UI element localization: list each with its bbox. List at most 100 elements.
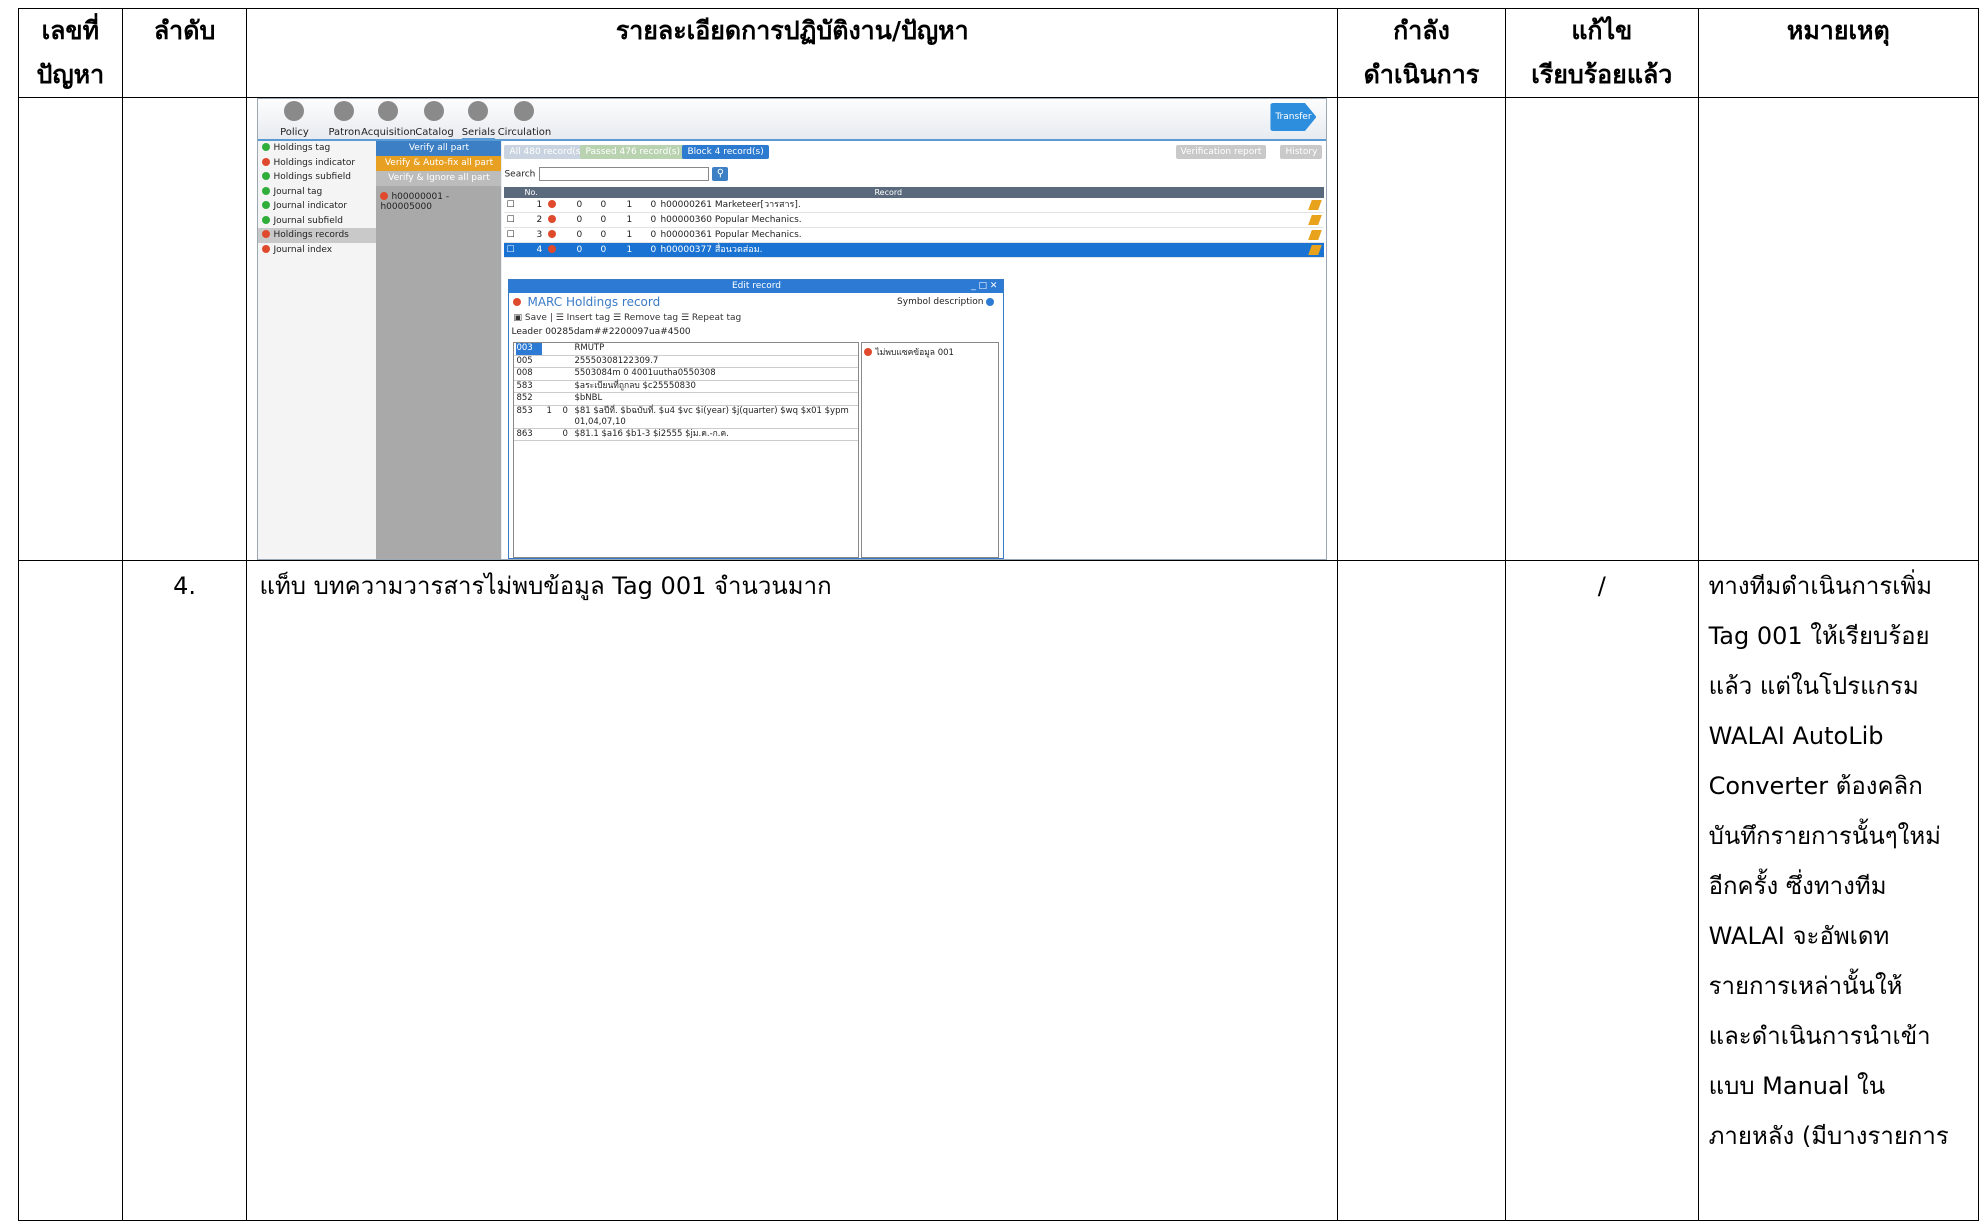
nav-label: Journal tag xyxy=(273,186,323,197)
error-message: ไม่พบแซคข้อมูล 001 xyxy=(875,348,954,358)
history-button[interactable]: History xyxy=(1280,145,1323,159)
leader-line: Leader 00285dam##2200097ua#4500 xyxy=(511,327,691,337)
insert-label: Insert tag xyxy=(566,313,611,323)
row-count: 0 xyxy=(576,230,583,240)
marc-value: RMUTP xyxy=(574,343,605,353)
edit-icon[interactable] xyxy=(1308,245,1323,255)
all-records-button[interactable]: All 480 record(s) xyxy=(504,145,589,159)
header-in-progress: กำลัง ดำเนินการ xyxy=(1337,8,1506,98)
marc-row[interactable]: 003 RMUTP xyxy=(514,343,859,356)
verify-all-button[interactable]: Verify all part xyxy=(376,141,502,156)
row-record: h00000361 Popular Mechanics. xyxy=(660,230,802,240)
edit-icon[interactable] xyxy=(1308,230,1323,240)
error-icon xyxy=(513,298,522,306)
row-count: 0 xyxy=(650,200,657,210)
remark-line: WALAI AutoLib xyxy=(1708,722,1884,750)
row-count: 0 xyxy=(600,230,607,240)
row-count: 0 xyxy=(650,230,657,240)
error-row: ไม่พบแซคข้อมูล 001 xyxy=(862,343,998,361)
row-count: 0 xyxy=(600,245,607,255)
row-checkbox[interactable]: ☐ xyxy=(506,228,514,242)
search-input[interactable] xyxy=(539,167,710,181)
edit-icon[interactable] xyxy=(1308,200,1323,210)
fixed-cell xyxy=(1504,97,1699,561)
marc-tag: 853 xyxy=(516,405,533,416)
remark-line: Converter ต้องคลิก xyxy=(1708,772,1923,800)
nav-item[interactable]: Journal subfield xyxy=(258,214,376,229)
transfer-button[interactable]: Transfer xyxy=(1270,103,1317,131)
error-icon xyxy=(548,200,557,208)
remark-line: แล้ว แต่ในโปรแกรม xyxy=(1708,672,1919,700)
marc-row[interactable]: 863 0 $81.1 $a16 $b1-3 $i2555 $jม.ค.-ก.ค. xyxy=(514,429,859,441)
verify-ignore-button[interactable]: Verify & Ignore all part xyxy=(376,171,502,186)
nav-item[interactable]: Holdings subfield xyxy=(258,170,376,185)
remove-icon: ☰ xyxy=(612,313,622,323)
grid-row[interactable]: ☐ 1 0 0 1 0 h00000261 Marketeer[วารสาร]. xyxy=(504,198,1325,213)
marc-value: 25550308122309.7 xyxy=(574,355,659,366)
remark-line: แบบ Manual ใน xyxy=(1708,1072,1886,1100)
marc-value: $bNBL xyxy=(574,393,603,403)
status-icon xyxy=(262,215,271,224)
nav-item[interactable]: Journal tag xyxy=(258,185,376,200)
save-label: Save xyxy=(524,313,547,323)
status-icon xyxy=(262,230,271,238)
grid-row[interactable]: ☐ 3 0 0 1 0 h00000361 Popular Mechanics. xyxy=(504,228,1325,243)
row-no: 2 xyxy=(536,215,543,225)
remove-tag-button[interactable]: ☰ Remove tag xyxy=(613,313,678,323)
dialog-title-bar: Edit record _ □ ✕ xyxy=(509,280,1004,293)
row-checkbox[interactable]: ☐ xyxy=(506,198,514,212)
row-checkbox[interactable]: ☐ xyxy=(506,213,514,227)
row-count: 0 xyxy=(576,215,583,225)
in-progress-cell xyxy=(1337,97,1506,561)
marc-row[interactable]: 852 $bNBL xyxy=(514,393,859,406)
marc-ind2: 0 xyxy=(562,405,568,416)
ribbon-circulation[interactable]: Circulation xyxy=(494,101,554,138)
search-icon[interactable]: ⚲ xyxy=(712,167,729,181)
block-records-button[interactable]: Block 4 record(s) xyxy=(682,145,769,159)
row-no: 3 xyxy=(536,230,543,240)
close-icon[interactable]: _ □ ✕ xyxy=(971,280,997,293)
record-range[interactable]: h00000001 - h00005000 xyxy=(376,186,501,218)
header-row: เลขที่ ปัญหา ลำดับ รายละเอียดการปฏิบัติง… xyxy=(18,8,1979,98)
grid-row[interactable]: ☐ 2 0 0 1 0 h00000360 Popular Mechanics. xyxy=(504,213,1325,228)
save-button[interactable]: ▣ Save xyxy=(513,313,546,323)
remark-line: Tag 001 ให้เรียบร้อย xyxy=(1708,622,1930,650)
nav-item[interactable]: Journal indicator xyxy=(258,199,376,214)
issue-no-cell xyxy=(18,97,123,561)
patron-icon xyxy=(334,101,355,121)
row-no: 4 xyxy=(536,245,543,255)
nav-label: Journal subfield xyxy=(273,215,343,226)
marc-row[interactable]: 583 $aระเบียนที่ถูกลบ $c25550830 xyxy=(514,381,859,393)
insert-tag-button[interactable]: ☰ Insert tag xyxy=(556,313,610,323)
nav-item[interactable]: Holdings tag xyxy=(258,141,376,156)
search-label: Search xyxy=(504,169,536,180)
chevron-down-icon[interactable] xyxy=(986,298,995,306)
verify-panel: Verify all part Verify & Auto-fix all pa… xyxy=(376,141,502,559)
repeat-tag-button[interactable]: ☰ Repeat tag xyxy=(681,313,741,323)
row-no: 1 xyxy=(536,200,543,210)
marc-row[interactable]: 008 5503084m 0 4001uutha0550308 xyxy=(514,368,859,381)
edit-icon[interactable] xyxy=(1308,215,1323,225)
filter-bar: All 480 record(s) Passed 476 record(s) B… xyxy=(502,141,1326,163)
row-record: h00000261 Marketeer[วารสาร]. xyxy=(660,200,801,210)
edit-record-dialog: Edit record _ □ ✕ MARC Holdings record Sym… xyxy=(508,279,1005,559)
verification-report-button[interactable]: Verification report xyxy=(1175,145,1267,159)
serials-icon xyxy=(468,101,489,121)
header-seq: ลำดับ xyxy=(121,8,248,98)
passed-records-button[interactable]: Passed 476 record(s) xyxy=(580,145,685,159)
row-count: 0 xyxy=(650,215,657,225)
marc-row[interactable]: 005 25550308122309.7 xyxy=(514,355,859,368)
verify-autofix-button[interactable]: Verify & Auto-fix all part xyxy=(376,156,502,171)
symbol-description-link[interactable]: Symbol description xyxy=(897,293,983,311)
marc-row[interactable]: 853 1 0 $81 $aปีที่. $bฉบับที่. $u4 $vc $i(… xyxy=(514,405,859,429)
screenshot-cell: Policy Patron Acquisition Catalog Serial… xyxy=(246,97,1338,561)
policy-icon xyxy=(284,101,305,121)
nav-item[interactable]: Journal index xyxy=(258,243,376,258)
row-checkbox[interactable]: ☐ xyxy=(506,243,514,257)
remark-line: รายการเหล่านั้นให้ xyxy=(1708,972,1903,1000)
nav-item[interactable]: Holdings records xyxy=(258,228,377,243)
search-row: Search ⚲ xyxy=(504,167,729,181)
nav-item[interactable]: Holdings indicator xyxy=(258,156,376,171)
issue-no-cell xyxy=(18,560,123,1221)
grid-row[interactable]: ☐ 4 0 0 1 0 h00000377 สื่อนวดส่อม. xyxy=(504,243,1325,258)
